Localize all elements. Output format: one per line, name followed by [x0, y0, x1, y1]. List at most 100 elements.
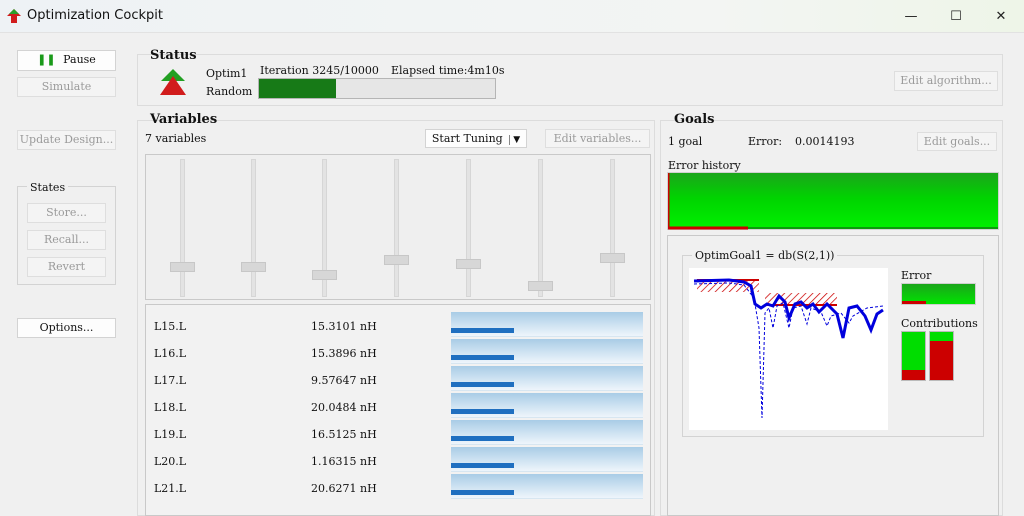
maximize-icon: ☐: [950, 9, 962, 24]
sparkline-trace: [451, 382, 514, 387]
variable-history-sparkline: [451, 393, 643, 418]
goals-title: Goals: [674, 112, 715, 127]
sparkline-trace: [451, 409, 514, 414]
variable-value: 15.3896 nH: [311, 347, 377, 360]
sparkline-trace: [451, 490, 514, 495]
pause-label: Pause: [63, 53, 96, 66]
error-value: 0.0014193: [795, 135, 855, 148]
app-icon: [7, 9, 21, 23]
error-history-chart: [667, 172, 999, 230]
pause-button[interactable]: ❚❚ Pause: [17, 50, 116, 71]
recall-button[interactable]: Recall...: [27, 230, 106, 250]
error-bar: [901, 283, 976, 305]
contribution-bar-1: [901, 331, 926, 381]
variable-name: L20.L: [154, 455, 187, 468]
status-title: Status: [150, 48, 197, 63]
variable-value: 20.0484 nH: [311, 401, 377, 414]
slider-thumb[interactable]: [528, 281, 553, 292]
optimizer-name: Optim1: [206, 67, 248, 80]
slider-track[interactable]: [180, 159, 185, 297]
slider-thumb[interactable]: [241, 262, 266, 273]
slider-thumb[interactable]: [312, 270, 337, 281]
maximize-button[interactable]: ☐: [933, 0, 979, 33]
sparkline-trace: [451, 355, 514, 360]
goals-count: 1 goal: [668, 135, 703, 148]
goal-plot-graphic: [693, 278, 884, 419]
variable-history-sparkline: [451, 447, 643, 472]
variable-value: 1.16315 nH: [311, 455, 377, 468]
minimize-icon: —: [904, 9, 918, 24]
revert-button[interactable]: Revert: [27, 257, 106, 277]
progress-fill: [259, 79, 336, 98]
variables-title: Variables: [150, 112, 218, 127]
edit-algorithm-button[interactable]: Edit algorithm...: [894, 71, 998, 91]
contributions-label: Contributions: [901, 317, 978, 330]
variable-row: L19.L 16.5125 nH: [146, 420, 652, 449]
variable-row: L17.L 9.57647 nH: [146, 366, 652, 395]
variable-row: L15.L 15.3101 nH: [146, 312, 652, 341]
minimize-button[interactable]: —: [888, 0, 934, 33]
variable-name: L19.L: [154, 428, 187, 441]
options-button[interactable]: Options...: [17, 318, 116, 338]
slider-thumb[interactable]: [600, 252, 625, 263]
variables-count: 7 variables: [145, 132, 207, 145]
start-tuning-label: Start Tuning: [431, 132, 503, 145]
dropdown-arrow-icon[interactable]: ▼: [509, 135, 521, 145]
variable-value: 9.57647 nH: [311, 374, 377, 387]
start-tuning-button[interactable]: Start Tuning ▼: [425, 129, 527, 148]
states-title: States: [27, 181, 69, 194]
close-icon: ✕: [995, 9, 1007, 24]
slider-track[interactable]: [610, 159, 615, 297]
variable-name: L16.L: [154, 347, 187, 360]
variable-name: L18.L: [154, 401, 187, 414]
variable-history-sparkline: [451, 366, 643, 391]
slider-thumb[interactable]: [456, 259, 481, 270]
error-bar-fill: [902, 301, 926, 304]
variable-name: L15.L: [154, 320, 187, 333]
goal-expression: OptimGoal1 = db(S(2,1)): [692, 249, 838, 262]
contribution-bar-2: [929, 331, 954, 381]
variable-row: L21.L 20.6271 nH: [146, 474, 652, 503]
close-button[interactable]: ✕: [978, 0, 1024, 33]
slider-thumb[interactable]: [170, 262, 195, 273]
error-bar-label: Error: [901, 269, 932, 282]
variable-history-sparkline: [451, 339, 643, 364]
slider-track[interactable]: [251, 159, 256, 297]
variable-value: 15.3101 nH: [311, 320, 377, 333]
optimization-progress-bar: [258, 78, 496, 99]
error-history-trace: [668, 173, 998, 230]
optimizer-type: Random: [206, 85, 253, 98]
variable-name: L17.L: [154, 374, 187, 387]
variable-row: L20.L 1.16315 nH: [146, 447, 652, 476]
title-bar: Optimization Cockpit — ☐ ✕: [0, 0, 1024, 33]
variable-history-sparkline: [451, 420, 643, 445]
sparkline-trace: [451, 328, 514, 333]
variable-sliders: [145, 154, 651, 300]
edit-goals-button[interactable]: Edit goals...: [917, 132, 997, 151]
variable-name: L21.L: [154, 482, 187, 495]
update-design-button[interactable]: Update Design...: [17, 130, 116, 150]
pause-icon: ❚❚: [37, 53, 56, 66]
contribution-bar-2-fill: [930, 332, 953, 341]
error-label: Error:: [748, 135, 783, 148]
goal-plot: [689, 268, 888, 430]
store-button[interactable]: Store...: [27, 203, 106, 223]
slider-thumb[interactable]: [384, 255, 409, 266]
elapsed-time: Elapsed time:4m10s: [391, 64, 505, 77]
error-history-label: Error history: [668, 159, 741, 172]
variable-row: L16.L 15.3896 nH: [146, 339, 652, 368]
sparkline-trace: [451, 436, 514, 441]
variable-history-sparkline: [451, 474, 643, 499]
variable-history-sparkline: [451, 312, 643, 337]
variable-value: 20.6271 nH: [311, 482, 377, 495]
variable-value: 16.5125 nH: [311, 428, 377, 441]
edit-variables-button[interactable]: Edit variables...: [545, 129, 650, 148]
variable-row: L18.L 20.0484 nH: [146, 393, 652, 422]
slider-track[interactable]: [538, 159, 543, 297]
window-title: Optimization Cockpit: [27, 8, 163, 23]
slider-track[interactable]: [394, 159, 399, 297]
variable-list: L15.L 15.3101 nH L16.L 15.3896 nH L17.L 9.576…: [145, 304, 651, 516]
slider-track[interactable]: [466, 159, 471, 297]
optimizer-status-icon: [160, 69, 186, 95]
simulate-button[interactable]: Simulate: [17, 77, 116, 97]
